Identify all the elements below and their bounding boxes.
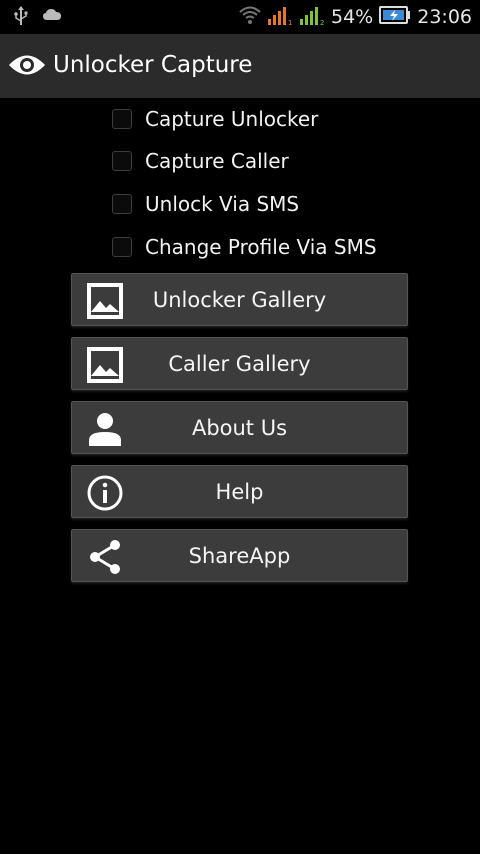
svg-text:2: 2 (320, 19, 324, 25)
battery-charging-icon (379, 6, 411, 28)
button-label: Help (215, 480, 264, 504)
option-label: Unlock Via SMS (145, 192, 300, 216)
wifi-icon (239, 5, 261, 29)
share-app-button[interactable]: ShareApp (71, 529, 408, 582)
app-title: Unlocker Capture (53, 52, 253, 78)
svg-text:1: 1 (288, 19, 292, 25)
usb-icon (14, 6, 28, 30)
option-change-profile-via-sms[interactable]: Change Profile Via SMS (112, 227, 377, 267)
status-bar: 1 2 54% 23:06 (0, 0, 480, 34)
option-label: Capture Caller (145, 149, 289, 173)
unlock-via-sms-checkbox[interactable] (112, 194, 132, 214)
cloud-icon (42, 6, 64, 30)
capture-unlocker-checkbox[interactable] (112, 109, 132, 129)
option-capture-caller[interactable]: Capture Caller (112, 141, 289, 181)
change-profile-via-sms-checkbox[interactable] (112, 237, 132, 257)
button-label: About Us (191, 416, 288, 440)
option-label: Capture Unlocker (145, 107, 319, 131)
unlocker-gallery-button[interactable]: Unlocker Gallery (71, 273, 408, 326)
clock: 23:06 (417, 6, 472, 28)
option-capture-unlocker[interactable]: Capture Unlocker (112, 99, 318, 139)
app-bar: Unlocker Capture (0, 34, 480, 98)
option-label: Change Profile Via SMS (145, 235, 377, 259)
signal-sim1-icon: 1 (267, 5, 293, 29)
about-us-button[interactable]: About Us (71, 401, 408, 454)
button-label: Unlocker Gallery (152, 288, 327, 312)
eye-icon (8, 50, 46, 84)
help-button[interactable]: Help (71, 465, 408, 518)
capture-caller-checkbox[interactable] (112, 151, 132, 171)
button-label: Caller Gallery (168, 352, 311, 376)
button-label: ShareApp (188, 544, 291, 568)
battery-percent: 54% (331, 6, 374, 28)
option-unlock-via-sms[interactable]: Unlock Via SMS (112, 184, 299, 224)
signal-sim2-icon: 2 (299, 5, 325, 29)
caller-gallery-button[interactable]: Caller Gallery (71, 337, 408, 390)
